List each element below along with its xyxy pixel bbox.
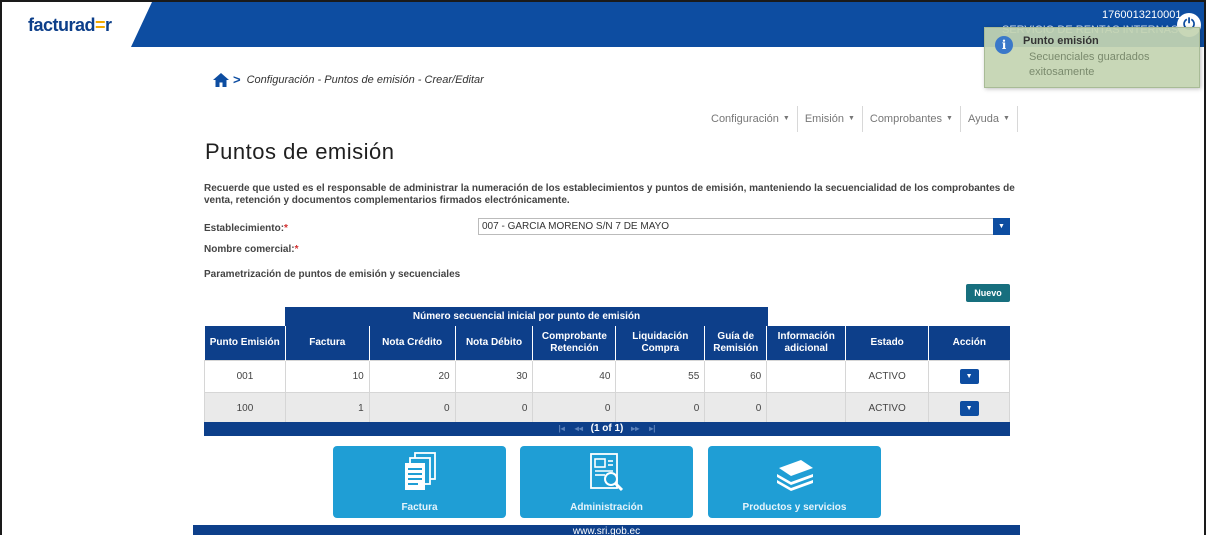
facturador-logo[interactable]: facturad=r	[28, 15, 112, 36]
caret-down-icon: ▼	[946, 115, 953, 123]
cell-accion: ▼	[928, 359, 1010, 393]
col-liquidacion-compra[interactable]: Liquidación Compra	[615, 326, 705, 360]
cell-nota-credito: 20	[368, 359, 456, 393]
prev-page-icon[interactable]: ◂◂	[575, 424, 583, 433]
page-report: (1 of 1)	[590, 423, 624, 434]
notification-toast[interactable]: i Punto emisión Secuenciales guardados e…	[984, 27, 1200, 88]
menu-emision[interactable]: Emisión ▼	[798, 106, 863, 132]
main-menu: Configuración ▼ Emisión ▼ Comprobantes ▼ Ay…	[704, 106, 1018, 132]
menu-configuracion[interactable]: Configuración ▼	[704, 106, 798, 132]
tile-label: Factura	[401, 502, 438, 513]
cell-nota-debito: 0	[454, 391, 534, 425]
documents-icon	[333, 452, 506, 490]
group-header: Número secuencial inicial por punto de e…	[285, 307, 768, 326]
cell-accion: ▼	[928, 391, 1010, 425]
app-frame: facturad=r 1760013210001 SERVICIO DE REN…	[0, 0, 1206, 535]
next-page-icon[interactable]: ▸▸	[631, 424, 639, 433]
caret-down-icon: ▼	[847, 115, 855, 123]
cell-estado: ACTIVO	[845, 391, 930, 425]
tile-administracion[interactable]: Administración	[520, 446, 693, 518]
col-accion[interactable]: Acción	[928, 326, 1010, 360]
menu-comprobantes[interactable]: Comprobantes ▼	[863, 106, 961, 132]
col-comprobante-retencion[interactable]: Comprobante Retención	[532, 326, 616, 360]
home-icon[interactable]	[213, 72, 229, 87]
col-nota-debito[interactable]: Nota Débito	[454, 326, 533, 360]
nuevo-button[interactable]: Nuevo	[966, 284, 1010, 302]
toast-message: Secuenciales guardados exitosamente	[1029, 51, 1150, 78]
table-header-row: Punto Emisión Factura Nota Crédito Nota …	[204, 326, 1010, 360]
cell-factura: 10	[284, 359, 370, 393]
cell-guia: 60	[704, 359, 768, 393]
table-row[interactable]: 100 1 0 0 0 0 0 ACTIVO ▼	[204, 391, 1010, 425]
user-ruc: 1760013210001	[1102, 9, 1182, 21]
establecimiento-label: Establecimiento:*	[204, 223, 288, 234]
responsibility-notice: Recuerde que usted es el responsable de …	[204, 183, 1015, 206]
col-factura[interactable]: Factura	[284, 326, 370, 360]
cell-punto: 100	[204, 391, 286, 425]
tile-productos-servicios[interactable]: Productos y servicios	[708, 446, 881, 518]
establecimiento-value: 007 - GARCIA MORENO S/N 7 DE MAYO	[482, 221, 670, 232]
cell-estado: ACTIVO	[845, 359, 930, 393]
col-estado[interactable]: Estado	[845, 326, 929, 360]
cell-retencion: 40	[532, 359, 617, 393]
products-stack-icon	[708, 452, 881, 491]
col-nota-credito[interactable]: Nota Crédito	[368, 326, 456, 360]
col-guia-remision[interactable]: Guía de Remisión	[704, 326, 767, 360]
nombre-comercial-label: Nombre comercial:*	[204, 244, 299, 255]
breadcrumb: > Configuración - Puntos de emisión - Cr…	[213, 72, 484, 87]
breadcrumb-separator: >	[233, 72, 241, 87]
cell-factura: 1	[284, 391, 370, 425]
caret-down-icon: ▼	[1002, 115, 1010, 123]
establecimiento-select[interactable]: 007 - GARCIA MORENO S/N 7 DE MAYO ▼	[478, 218, 1010, 235]
action-dropdown-button[interactable]: ▼	[959, 400, 979, 416]
col-punto-emision[interactable]: Punto Emisión	[204, 326, 286, 360]
chevron-down-icon[interactable]: ▼	[993, 218, 1010, 235]
emission-points-table: Punto Emisión Factura Nota Crédito Nota …	[204, 326, 1010, 425]
cell-info	[766, 391, 847, 425]
col-informacion-adicional[interactable]: Información adicional	[766, 326, 846, 360]
logo-area: facturad=r	[2, 2, 152, 47]
breadcrumb-text: Configuración - Puntos de emisión - Crea…	[246, 73, 484, 86]
cell-nota-debito: 30	[454, 359, 534, 393]
cell-nota-credito: 0	[368, 391, 456, 425]
cell-guia: 0	[704, 391, 768, 425]
tile-label: Administración	[570, 502, 643, 513]
toast-title: Punto emisión	[1023, 35, 1099, 47]
info-icon: i	[995, 36, 1013, 54]
footer-link[interactable]: www.sri.gob.ec	[193, 525, 1020, 535]
cell-retencion: 0	[532, 391, 617, 425]
page-title: Puntos de emisión	[205, 139, 395, 164]
table-paginator: |◂ ◂◂ (1 of 1) ▸▸ ▸|	[204, 422, 1010, 436]
tile-factura[interactable]: Factura	[333, 446, 506, 518]
caret-down-icon: ▼	[782, 115, 790, 123]
cell-liquidacion: 55	[615, 359, 706, 393]
action-dropdown-button[interactable]: ▼	[959, 368, 979, 384]
cell-info	[766, 359, 847, 393]
table-row[interactable]: 001 10 20 30 40 55 60 ACTIVO ▼	[204, 359, 1010, 393]
section-title: Parametrización de puntos de emisión y s…	[204, 269, 461, 280]
cell-punto: 001	[204, 359, 286, 393]
first-page-icon[interactable]: |◂	[559, 424, 565, 433]
menu-ayuda[interactable]: Ayuda ▼	[961, 106, 1018, 132]
tile-label: Productos y servicios	[742, 502, 847, 513]
last-page-icon[interactable]: ▸|	[649, 424, 655, 433]
cell-liquidacion: 0	[615, 391, 706, 425]
admin-report-icon	[520, 452, 693, 492]
